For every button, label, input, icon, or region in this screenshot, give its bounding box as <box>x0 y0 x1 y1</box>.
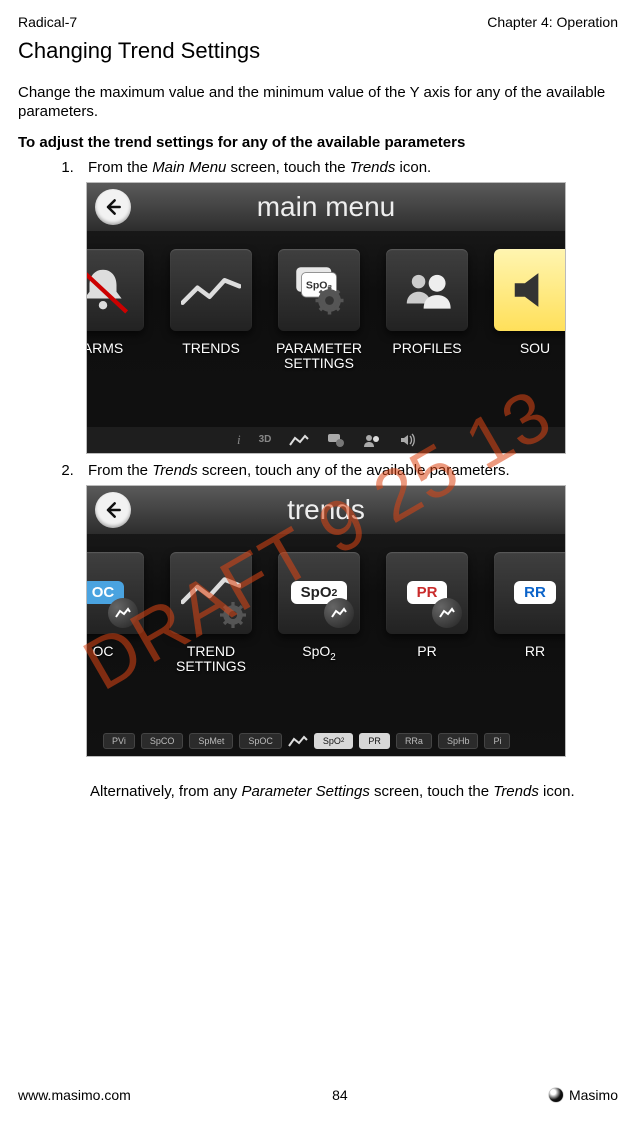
doc-model: Radical-7 <box>18 14 77 30</box>
section-title: Changing Trend Settings <box>18 38 618 64</box>
pill-spoc[interactable]: SpOC <box>239 733 282 749</box>
mini-toolbar: i 3D <box>87 427 565 453</box>
trend-badge-icon <box>108 598 138 628</box>
tile-parameter-settings[interactable]: SpO₂ PARAMETER SETTINGS <box>273 249 365 372</box>
tile-trend-settings[interactable]: TREND SETTINGS <box>165 552 257 675</box>
pill-spco[interactable]: SpCO <box>141 733 184 749</box>
tile-oc[interactable]: OC OC <box>86 552 149 675</box>
trends-icon <box>181 268 241 312</box>
pill-pi[interactable]: Pi <box>484 733 510 749</box>
sound-small-icon[interactable] <box>399 433 417 447</box>
screenshot-main-menu: main menu ARMS <box>86 182 566 454</box>
info-icon[interactable]: i <box>237 432 241 448</box>
parameter-pill-bar: PVi SpCO SpMet SpOC SpO2 PR RRa SpHb Pi <box>87 730 565 752</box>
brand-logo-icon <box>549 1088 563 1102</box>
footer-url: www.masimo.com <box>18 1087 131 1103</box>
footer-brand: Masimo <box>549 1087 618 1103</box>
trend-badge-icon <box>432 598 462 628</box>
tile-pr[interactable]: PR PR <box>381 552 473 675</box>
profiles-small-icon[interactable] <box>363 433 381 447</box>
tile-spo2[interactable]: SpO2 SpO2 <box>273 552 365 675</box>
pill-rra[interactable]: RRa <box>396 733 432 749</box>
profiles-icon <box>400 263 454 317</box>
pill-spmet[interactable]: SpMet <box>189 733 233 749</box>
trends-small-icon[interactable] <box>288 734 308 748</box>
tile-sounds[interactable]: SOU <box>489 249 566 372</box>
tile-alarms[interactable]: ARMS <box>86 249 149 372</box>
doc-chapter: Chapter 4: Operation <box>487 14 618 30</box>
pill-sphb[interactable]: SpHb <box>438 733 479 749</box>
pill-pr[interactable]: PR <box>359 733 390 749</box>
screenshot-trends: trends OC OC <box>86 485 566 757</box>
instruction-heading: To adjust the trend settings for any of … <box>18 134 618 151</box>
alternative-instruction: Alternatively, from any Parameter Settin… <box>90 783 618 800</box>
trends-small-icon[interactable] <box>289 433 309 447</box>
param-small-icon[interactable] <box>327 433 345 447</box>
pill-spo2[interactable]: SpO2 <box>314 733 354 749</box>
tile-rr[interactable]: RR RR <box>489 552 566 675</box>
screen-title: main menu <box>87 191 565 223</box>
pill-pvi[interactable]: PVi <box>103 733 135 749</box>
tile-profiles[interactable]: PROFILES <box>381 249 473 372</box>
step-2: From the Trends screen, touch any of the… <box>78 462 618 479</box>
parameter-settings-icon: SpO₂ <box>291 262 347 318</box>
bell-icon <box>86 263 130 317</box>
lead-paragraph: Change the maximum value and the minimum… <box>18 84 618 122</box>
gear-icon <box>220 602 246 628</box>
footer-page-number: 84 <box>332 1087 348 1103</box>
tile-trends[interactable]: TRENDS <box>165 249 257 372</box>
rr-badge: RR <box>514 581 556 604</box>
speaker-icon <box>508 263 562 317</box>
threeD-icon[interactable]: 3D <box>259 434 272 445</box>
screen-title: trends <box>87 494 565 526</box>
trend-badge-icon <box>324 598 354 628</box>
step-1: From the Main Menu screen, touch the Tre… <box>78 159 618 176</box>
